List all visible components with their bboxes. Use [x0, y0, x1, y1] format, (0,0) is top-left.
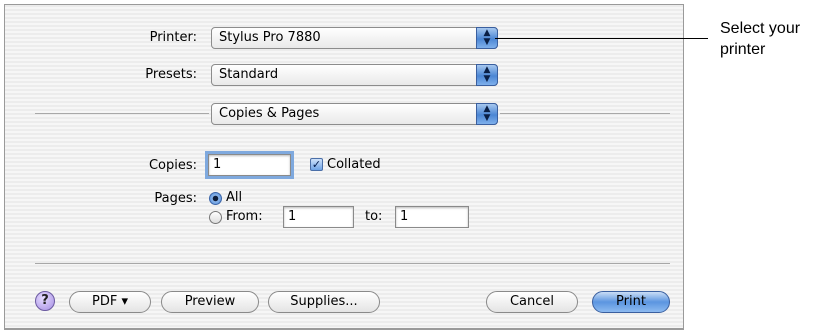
cancel-button[interactable]: Cancel — [486, 291, 578, 313]
popup-arrows-icon: ▲ ▼ — [476, 103, 498, 125]
preview-button[interactable]: Preview — [161, 291, 259, 313]
collated-checkbox[interactable]: ✓ — [310, 158, 323, 171]
collated-label: Collated — [327, 157, 381, 172]
pages-from-field[interactable]: 1 — [283, 206, 354, 228]
print-button[interactable]: Print — [592, 291, 670, 313]
presets-value: Standard — [219, 67, 279, 82]
copies-field[interactable]: 1 — [205, 151, 294, 179]
printer-popup[interactable]: Stylus Pro 7880 ▲ ▼ — [211, 27, 498, 49]
separator-left — [35, 113, 209, 114]
printer-label: Printer: — [149, 30, 197, 45]
panel-value: Copies & Pages — [219, 106, 320, 121]
callout-line — [495, 38, 708, 39]
pages-to-label: to: — [365, 209, 383, 224]
callout-text: Select your printer — [720, 20, 801, 58]
bottom-separator — [35, 263, 670, 264]
print-dialog: Printer: Stylus Pro 7880 ▲ ▼ Presets: Sta… — [4, 4, 684, 330]
separator-right — [500, 113, 670, 114]
pages-from-label: From: — [226, 209, 263, 224]
help-button[interactable]: ? — [35, 291, 55, 311]
pages-from-radio[interactable] — [209, 211, 222, 224]
printer-value: Stylus Pro 7880 — [219, 30, 321, 45]
presets-label: Presets: — [145, 67, 197, 82]
pdf-button[interactable]: PDF ▾ — [69, 291, 151, 313]
pages-label: Pages: — [154, 191, 197, 206]
pages-all-radio[interactable] — [209, 192, 222, 205]
pages-all-label: All — [226, 190, 243, 205]
presets-popup[interactable]: Standard ▲ ▼ — [211, 64, 498, 86]
copies-label: Copies: — [148, 158, 197, 173]
pages-to-field[interactable]: 1 — [395, 206, 469, 228]
popup-arrows-icon: ▲ ▼ — [476, 64, 498, 86]
supplies-button[interactable]: Supplies... — [268, 291, 380, 313]
panel-popup[interactable]: Copies & Pages ▲ ▼ — [211, 103, 498, 125]
